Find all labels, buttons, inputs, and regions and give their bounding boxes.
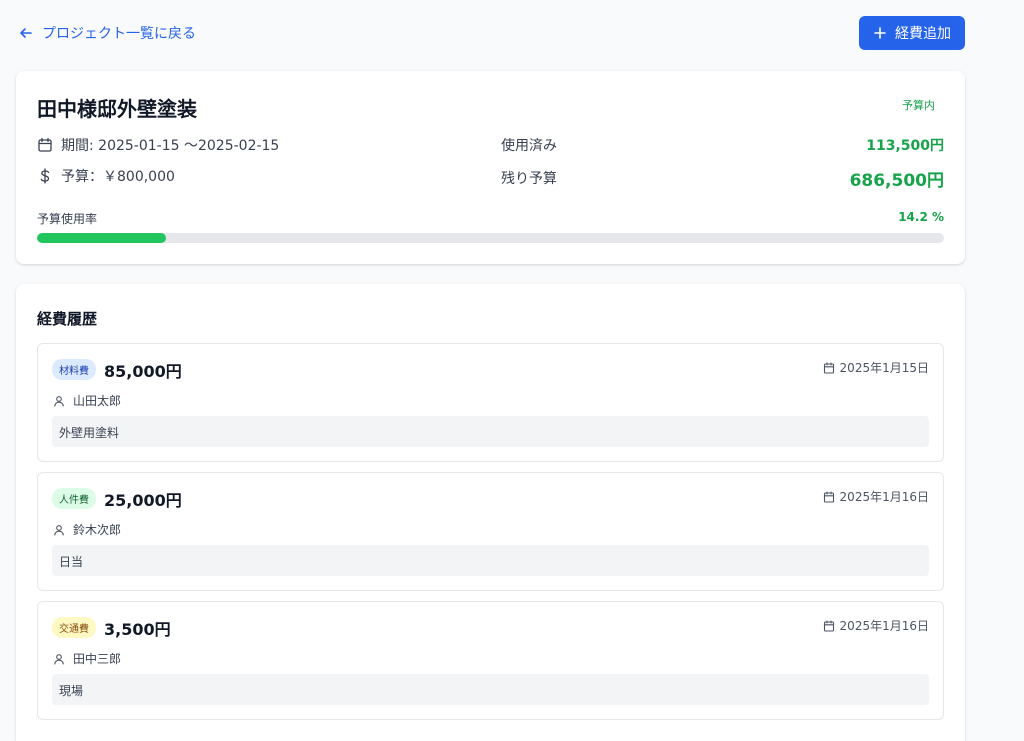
calendar-icon: [38, 137, 52, 152]
user-icon: [54, 524, 64, 536]
expense-person-name: 鈴木次郎: [73, 523, 122, 537]
budget-text: 予算：￥800,000: [61, 169, 175, 185]
expense-date-text: 2025年1月15日: [839, 361, 929, 375]
expense-person-name: 田中三郎: [73, 652, 122, 666]
project-summary-card: 田中様邸外壁塗装 予算内 期間: 2025-01-15 〜2025-02-15 …: [16, 71, 965, 264]
expense-person-name: 山田太郎: [73, 394, 122, 408]
period-row: 期間: 2025-01-15 〜2025-02-15: [37, 135, 279, 155]
back-to-projects-link[interactable]: プロジェクト一覧に戻る: [16, 23, 196, 43]
expense-history-card: 経費履歴 材料費 85,000円 2025年1月15日 山田太郎 外壁用塗料 人…: [16, 284, 965, 741]
expense-date: 2025年1月16日: [823, 617, 929, 634]
category-badge: 人件費: [52, 488, 96, 509]
budget-row: 予算：￥800,000: [37, 166, 175, 186]
expense-date-text: 2025年1月16日: [839, 490, 929, 504]
expense-person: 田中三郎: [53, 650, 121, 667]
expense-note: 外壁用塗料: [52, 416, 929, 447]
expense-person: 山田太郎: [53, 392, 121, 409]
used-label: 使用済み: [501, 138, 557, 154]
expense-item[interactable]: 交通費 3,500円 2025年1月16日 田中三郎 現場: [37, 601, 944, 720]
usage-rate-label: 予算使用率: [37, 212, 98, 226]
expense-date-text: 2025年1月16日: [839, 619, 929, 633]
add-expense-button[interactable]: 経費追加: [859, 16, 965, 50]
used-value: 113,500円: [866, 138, 944, 154]
remaining-label: 残り予算: [501, 171, 557, 187]
expense-item[interactable]: 人件費 25,000円 2025年1月16日 鈴木次郎 日当: [37, 472, 944, 591]
expense-note: 現場: [52, 674, 929, 705]
user-icon: [54, 653, 64, 665]
back-link-label: プロジェクト一覧に戻る: [42, 26, 196, 42]
plus-icon: [874, 27, 886, 39]
expense-item[interactable]: 材料費 85,000円 2025年1月15日 山田太郎 外壁用塗料: [37, 343, 944, 462]
expense-date: 2025年1月15日: [823, 359, 929, 376]
expense-amount: 85,000円: [104, 362, 182, 381]
category-badge: 交通費: [52, 617, 96, 638]
project-title: 田中様邸外壁塗装: [37, 97, 197, 121]
expense-amount: 3,500円: [104, 620, 171, 639]
budget-progress-fill: [37, 233, 166, 243]
expense-note: 日当: [52, 545, 929, 576]
status-badge: 予算内: [902, 99, 935, 112]
dollar-icon: [40, 168, 50, 184]
calendar-icon: [823, 619, 834, 632]
budget-progress-bar: [37, 233, 944, 243]
usage-rate-value: 14.2 %: [898, 210, 944, 224]
calendar-icon: [823, 361, 834, 374]
history-title: 経費履歴: [37, 310, 98, 328]
expense-person: 鈴木次郎: [53, 521, 121, 538]
expense-date: 2025年1月16日: [823, 488, 929, 505]
user-icon: [54, 395, 64, 407]
remaining-value: 686,500円: [849, 171, 944, 191]
calendar-icon: [823, 490, 834, 503]
arrow-left-icon: [20, 28, 32, 38]
expense-amount: 25,000円: [104, 491, 182, 510]
add-expense-label: 経費追加: [895, 26, 951, 42]
top-bar: プロジェクト一覧に戻る 経費追加: [16, 16, 965, 50]
period-text: 期間: 2025-01-15 〜2025-02-15: [61, 138, 280, 154]
category-badge: 材料費: [52, 359, 96, 380]
